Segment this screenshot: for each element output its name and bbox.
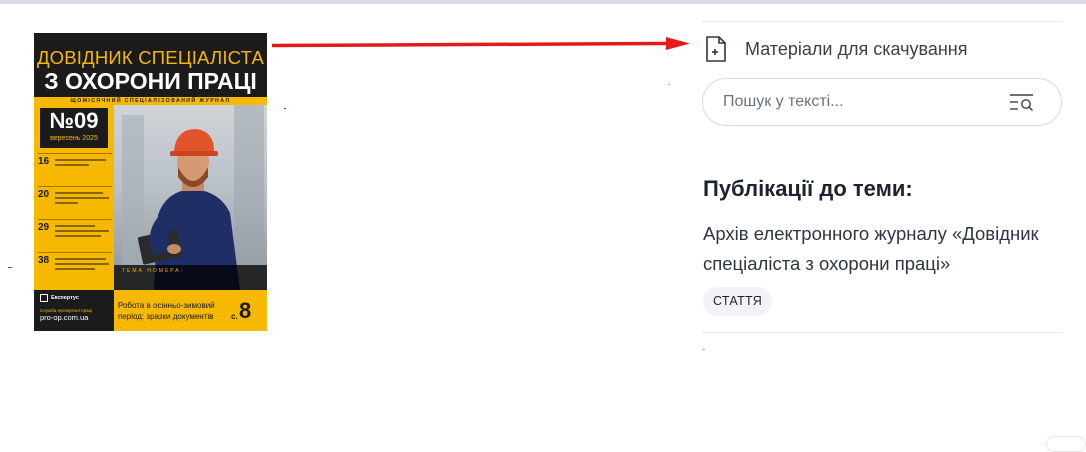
cover-contents-text bbox=[55, 222, 112, 237]
cover-feature-page: 8 bbox=[239, 298, 252, 323]
cover-issue-number: №09 bbox=[49, 108, 99, 133]
cover-contents-item: 20 bbox=[38, 186, 112, 219]
materials-download-label: Матеріали для скачування bbox=[745, 38, 968, 59]
stray-mark bbox=[668, 84, 670, 85]
cover-contents-item: 38 bbox=[38, 252, 112, 285]
stray-mark bbox=[702, 348, 705, 351]
divider bbox=[702, 21, 1062, 22]
cover-contents-page: 16 bbox=[38, 156, 50, 167]
cover-contents-page: 38 bbox=[38, 255, 50, 266]
cover-contents-page: 29 bbox=[38, 222, 50, 233]
publication-type-badge: СТАТТЯ bbox=[703, 287, 773, 316]
cover-contents-page: 20 bbox=[38, 189, 50, 200]
cover-contents-panel: №09 вересень 2025 16 20 29 38 bbox=[34, 105, 114, 290]
cover-contents-item: 29 bbox=[38, 219, 112, 252]
stray-mark bbox=[284, 108, 286, 109]
cover-site: pro-op.com.ua bbox=[40, 313, 89, 322]
cover-feature-page-label: с. bbox=[231, 312, 238, 321]
materials-download-link[interactable]: Матеріали для скачування bbox=[704, 35, 967, 63]
publications-title: Публікації до теми: bbox=[703, 176, 913, 201]
cover-issue-box: №09 вересень 2025 bbox=[40, 108, 108, 148]
publisher-name: Експертус bbox=[51, 295, 79, 301]
cover-title-line2: З ОХОРОНИ ПРАЦІ bbox=[44, 68, 257, 94]
corner-widget[interactable] bbox=[1046, 436, 1086, 452]
cover-contents-list: 16 20 29 38 bbox=[38, 153, 112, 285]
stray-mark bbox=[8, 267, 12, 268]
cover-contents-text bbox=[55, 156, 112, 166]
top-bar bbox=[0, 0, 1086, 4]
cover-title-line1: ДОВІДНИК СПЕЦІАЛІСТА bbox=[36, 47, 265, 68]
arrow-right-icon bbox=[271, 37, 690, 50]
cover-subtitle: ЩОМІСЯЧНИЙ СПЕЦІАЛІЗОВАНИЙ ЖУРНАЛ bbox=[34, 97, 267, 105]
cover-photo bbox=[114, 105, 267, 290]
cover-feature-article: Робота в осінньо-зимовий період: зразки … bbox=[118, 301, 215, 321]
cover-feature-block: Робота в осінньо-зимовий період: зразки … bbox=[114, 290, 267, 331]
search-field[interactable] bbox=[702, 78, 1062, 126]
magazine-cover[interactable]: ДОВІДНИК СПЕЦІАЛІСТА З ОХОРОНИ ПРАЦІ ЩОМ… bbox=[34, 33, 267, 331]
text-search-icon[interactable] bbox=[1009, 92, 1035, 112]
cover-contents-text bbox=[55, 189, 112, 204]
publisher-logo: Експертус bbox=[40, 294, 114, 302]
divider bbox=[702, 332, 1062, 333]
publication-link[interactable]: Архів електронного журналу «Довідник спе… bbox=[703, 219, 1069, 279]
cover-theme-label: ТЕМА НОМЕРА: bbox=[114, 265, 267, 290]
cover-contents-text bbox=[55, 255, 112, 270]
worker-illustration bbox=[122, 105, 264, 290]
cover-publisher-block: Експертус Служба експертної праці pro-op… bbox=[34, 290, 114, 331]
cover-contents-item: 16 bbox=[38, 153, 112, 186]
cover-issue-date: вересень 2025 bbox=[50, 135, 98, 142]
file-plus-icon bbox=[706, 36, 726, 62]
publisher-logo-icon bbox=[40, 294, 48, 302]
search-input[interactable] bbox=[723, 93, 1009, 111]
